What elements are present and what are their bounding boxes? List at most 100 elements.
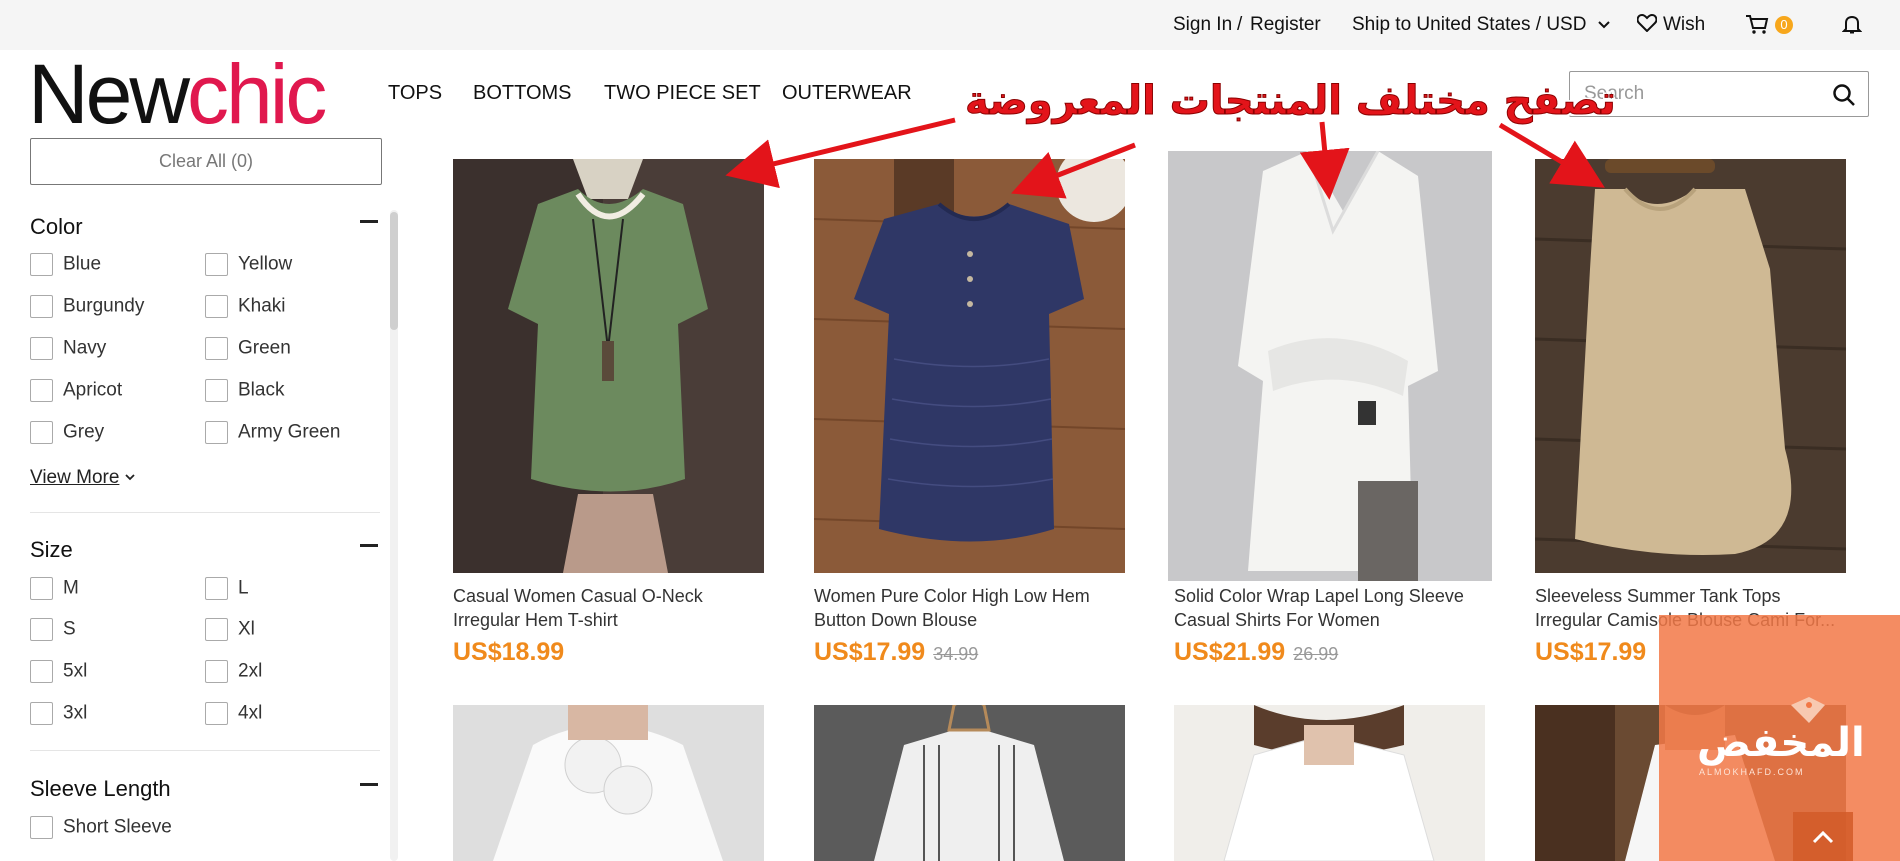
arabic-annotation-text: تصفح مختلف المنتجات المعروضة (965, 78, 1617, 125)
filter-color-green[interactable]: Green (205, 337, 291, 360)
checkbox[interactable] (30, 618, 53, 641)
nav-outerwear[interactable]: OUTERWEAR (782, 82, 912, 105)
collapse-size-icon[interactable] (360, 544, 378, 547)
cart-button[interactable]: 0 (1745, 14, 1793, 37)
checkbox[interactable] (30, 702, 53, 725)
auth-separator: / (1237, 14, 1243, 35)
bell-icon (1841, 15, 1863, 34)
filter-size-3xl[interactable]: 3xl (30, 702, 87, 725)
notification-button[interactable] (1841, 14, 1863, 40)
nav-two-piece-set[interactable]: TWO PIECE SET (604, 82, 761, 105)
chevron-down-icon (1598, 21, 1610, 29)
filter-color-navy[interactable]: Navy (30, 337, 106, 360)
filter-color-army-green[interactable]: Army Green (205, 421, 340, 444)
checkbox[interactable] (205, 618, 228, 641)
view-more-link[interactable]: View More (30, 467, 136, 489)
filter-color-yellow[interactable]: Yellow (205, 253, 292, 276)
checkbox[interactable] (30, 577, 53, 600)
divider (30, 512, 380, 513)
khaki-tank-top-image (1535, 159, 1846, 573)
white-blouse-image (1174, 705, 1485, 861)
back-to-top-button[interactable] (1793, 812, 1853, 861)
filter-color-grey[interactable]: Grey (30, 421, 104, 444)
checkbox[interactable] (205, 379, 228, 402)
filter-title-size: Size (30, 537, 73, 562)
old-price: 34.99 (933, 644, 979, 664)
nav-bottoms[interactable]: BOTTOMS (473, 82, 572, 105)
product-image-3[interactable] (1168, 151, 1492, 581)
filter-sleeve-short[interactable]: Short Sleeve (30, 816, 172, 839)
filter-size-5xl[interactable]: 5xl (30, 660, 87, 683)
white-shirt-image (1168, 151, 1492, 581)
register-link[interactable]: Register (1250, 14, 1321, 36)
filter-size-2xl[interactable]: 2xl (205, 660, 262, 683)
clear-all-button[interactable]: Clear All (0) (30, 138, 382, 185)
product-title-2[interactable]: Women Pure Color High Low Hem Button Dow… (814, 584, 1129, 632)
filter-size-l[interactable]: L (205, 577, 249, 600)
product-price-3: US$21.99 26.99 (1174, 638, 1338, 667)
checkbox[interactable] (205, 702, 228, 725)
collapse-sleeve-icon[interactable] (360, 783, 378, 786)
filter-color-apricot[interactable]: Apricot (30, 379, 122, 402)
checkbox[interactable] (30, 295, 53, 318)
watermark-logo: المخفض (1697, 720, 1865, 766)
watermark-subtitle: ALMOKHAFD.COM (1699, 767, 1805, 777)
checkbox[interactable] (205, 253, 228, 276)
filter-size-m[interactable]: M (30, 577, 79, 600)
checkbox[interactable] (30, 337, 53, 360)
product-image-5[interactable] (453, 705, 764, 861)
checkbox[interactable] (205, 295, 228, 318)
collapse-color-icon[interactable] (360, 220, 378, 223)
wish-link[interactable]: Wish (1636, 13, 1706, 36)
checkbox[interactable] (205, 337, 228, 360)
logo-text-new: New (28, 47, 190, 141)
checkbox[interactable] (30, 816, 53, 839)
filter-size-s[interactable]: S (30, 618, 76, 641)
cart-count-badge: 0 (1775, 16, 1793, 34)
striped-shirt-image (814, 705, 1125, 861)
product-image-1[interactable] (453, 159, 764, 573)
product-title-3[interactable]: Solid Color Wrap Lapel Long Sleeve Casua… (1174, 584, 1489, 632)
price: US$18.99 (453, 638, 565, 666)
sign-in-link[interactable]: Sign In (1173, 14, 1232, 36)
filter-size-4xl[interactable]: 4xl (205, 702, 262, 725)
product-image-7[interactable] (1174, 705, 1485, 861)
product-image-6[interactable] (814, 705, 1125, 861)
search-icon[interactable] (1832, 83, 1856, 107)
nav-tops[interactable]: TOPS (388, 82, 442, 105)
top-bar: Sign In / Register Ship to United States… (0, 0, 1900, 50)
view-more-label: View More (30, 467, 120, 488)
checkbox[interactable] (205, 421, 228, 444)
checkbox[interactable] (205, 577, 228, 600)
ruffle-blouse-image (453, 705, 764, 861)
checkbox[interactable] (30, 421, 53, 444)
ship-to-label: Ship to United States / USD (1352, 14, 1587, 35)
checkbox[interactable] (30, 660, 53, 683)
product-price-4: US$17.99 (1535, 638, 1646, 667)
product-image-2[interactable] (814, 159, 1125, 573)
filter-title-sleeve-length: Sleeve Length (30, 776, 171, 801)
product-price-1: US$18.99 (453, 638, 564, 667)
filter-color-black[interactable]: Black (205, 379, 284, 402)
filter-color-khaki[interactable]: Khaki (205, 295, 286, 318)
watermark-overlay: المخفض ALMOKHAFD.COM (1659, 615, 1900, 861)
checkbox[interactable] (30, 379, 53, 402)
product-title-1[interactable]: Casual Women Casual O-Neck Irregular Hem… (453, 584, 768, 632)
newchic-logo[interactable]: Newchic (28, 52, 327, 136)
sidebar-scrollbar-thumb[interactable] (390, 212, 398, 330)
wish-label: Wish (1663, 14, 1706, 35)
filter-color-burgundy[interactable]: Burgundy (30, 295, 144, 318)
chevron-up-icon (1812, 830, 1834, 844)
navy-blouse-image (814, 159, 1125, 573)
logo-text-chic: chic (187, 47, 327, 141)
old-price: 26.99 (1293, 644, 1339, 664)
checkbox[interactable] (30, 253, 53, 276)
checkbox[interactable] (205, 660, 228, 683)
product-price-2: US$17.99 34.99 (814, 638, 978, 667)
chevron-down-icon (125, 474, 136, 481)
filter-color-blue[interactable]: Blue (30, 253, 101, 276)
product-image-4[interactable] (1535, 159, 1846, 573)
ship-to-selector[interactable]: Ship to United States / USD (1352, 14, 1610, 36)
filter-size-xl[interactable]: Xl (205, 618, 255, 641)
price: US$17.99 (1535, 638, 1647, 666)
